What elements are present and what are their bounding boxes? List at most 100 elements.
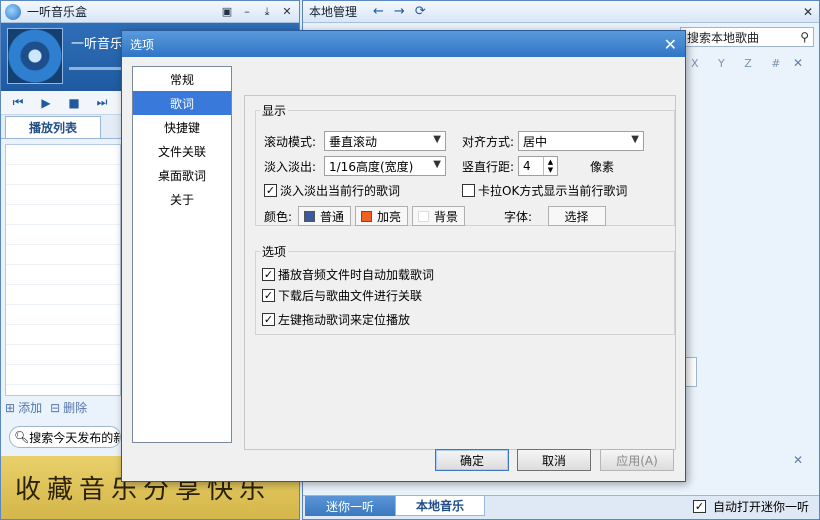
ok-button[interactable]: 确定: [435, 449, 509, 471]
color-highlight-button[interactable]: 加亮: [355, 206, 409, 226]
refresh-icon[interactable]: ⟳: [415, 4, 426, 19]
auto-load-lyrics-label: 播放音频文件时自动加载歌词: [278, 268, 435, 282]
player-titlebar: 一听音乐盒 ▣ – ⤓ ✕: [1, 1, 299, 23]
color-normal-button[interactable]: 普通: [298, 206, 352, 226]
nav-general[interactable]: 常规: [133, 67, 231, 91]
fade-select[interactable]: 1/16高度(宽度) ▼: [324, 156, 446, 176]
alpha-close-icon[interactable]: ✕: [793, 56, 803, 70]
app-logo-icon: [5, 3, 21, 20]
font-select-button[interactable]: 选择: [548, 206, 606, 226]
option-drag-lyrics-seek[interactable]: ✓ 左键拖动歌词来定位播放: [262, 311, 410, 328]
align-label: 对齐方式:: [462, 134, 515, 149]
cancel-button[interactable]: 取消: [517, 449, 591, 471]
chevron-down-icon: ▼: [433, 159, 441, 170]
line-spacing-value: 4: [523, 159, 531, 173]
stepper-arrows-icon[interactable]: ▲ ▼: [543, 157, 557, 175]
delete-button[interactable]: ⊟ 删除: [50, 399, 87, 416]
nav-lyrics[interactable]: 歌词: [133, 91, 231, 115]
previous-icon[interactable]: ⏮: [11, 95, 25, 110]
auto-open-label: 自动打开迷你一听: [712, 499, 809, 514]
associate-after-download-label: 下载后与歌曲文件进行关联: [278, 289, 423, 303]
line-spacing-stepper[interactable]: 4 ▲ ▼: [518, 156, 558, 176]
option-associate-after-download[interactable]: ✓ 下载后与歌曲文件进行关联: [262, 287, 422, 304]
scroll-mode-label: 滚动模式:: [264, 134, 317, 149]
nav-about[interactable]: 关于: [133, 187, 231, 211]
add-icon: ⊞: [5, 400, 16, 415]
color-swatch-highlight: [361, 210, 373, 222]
fade-current-label: 淡入淡出当前行的歌词: [280, 184, 401, 198]
alpha-index[interactable]: X Y Z #: [691, 57, 789, 70]
search-icon[interactable]: ⚲: [800, 30, 809, 44]
library-panel-close-icon[interactable]: ✕: [793, 453, 803, 467]
color-background-button[interactable]: 背景: [412, 206, 466, 226]
play-icon[interactable]: ▶: [39, 96, 53, 110]
add-label: 添加: [18, 401, 43, 415]
back-icon[interactable]: ←: [373, 4, 384, 19]
list-item[interactable]: [6, 205, 120, 225]
fade-current-option[interactable]: ✓ 淡入淡出当前行的歌词: [264, 182, 400, 199]
close-icon[interactable]: ✕: [279, 4, 295, 20]
karaoke-checkbox[interactable]: [462, 184, 475, 197]
scroll-mode-value: 垂直滚动: [329, 134, 378, 149]
list-item[interactable]: [6, 305, 120, 325]
list-item[interactable]: [6, 185, 120, 205]
stop-icon[interactable]: ■: [67, 96, 81, 110]
minimize-icon[interactable]: –: [239, 4, 255, 20]
karaoke-option[interactable]: 卡拉OK方式显示当前行歌词: [462, 182, 627, 199]
dialog-close-icon[interactable]: ✕: [664, 35, 677, 54]
nav-file-association[interactable]: 文件关联: [133, 139, 231, 163]
associate-after-download-checkbox[interactable]: ✓: [262, 289, 275, 302]
playlist[interactable]: [5, 144, 121, 396]
list-item[interactable]: [6, 345, 120, 365]
nav-hotkeys[interactable]: 快捷键: [133, 115, 231, 139]
delete-label: 删除: [63, 401, 88, 415]
search-new-input[interactable]: 🔍︎ 搜索今天发布的新: [9, 426, 121, 448]
apply-button[interactable]: 应用(A): [600, 449, 674, 471]
dialog-titlebar: 选项 ✕: [122, 31, 685, 57]
forward-icon[interactable]: →: [394, 4, 405, 19]
list-item[interactable]: [6, 365, 120, 385]
list-item[interactable]: [6, 145, 120, 165]
library-search-input[interactable]: 搜索本地歌曲 ⚲: [680, 27, 814, 47]
list-item[interactable]: [6, 265, 120, 285]
auto-load-lyrics-checkbox[interactable]: ✓: [262, 268, 275, 281]
library-title: 本地管理: [309, 5, 358, 19]
auto-open-checkbox[interactable]: ✓: [692, 499, 706, 513]
option-auto-load-lyrics[interactable]: ✓ 播放音频文件时自动加载歌词: [262, 266, 434, 283]
mini-mode-icon[interactable]: ⤓: [259, 4, 275, 20]
align-select[interactable]: 居中 ▼: [518, 131, 644, 151]
next-icon[interactable]: ⏭: [95, 95, 109, 110]
fade-label: 淡入淡出:: [264, 159, 317, 174]
delete-icon: ⊟: [50, 400, 61, 415]
options-dialog: 选项 ✕ 常规 歌词 快捷键 文件关联 桌面歌词 关于 显示 滚动模式: 垂直滚…: [121, 30, 686, 482]
nav-desktop-lyrics[interactable]: 桌面歌词: [133, 163, 231, 187]
add-button[interactable]: ⊞ 添加: [5, 399, 42, 416]
display-group: 显示 滚动模式: 垂直滚动 ▼ 对齐方式: 居中 ▼ 淡入淡出: 1/16高度(…: [255, 102, 675, 226]
list-item[interactable]: [6, 225, 120, 245]
options-nav: 常规 歌词 快捷键 文件关联 桌面歌词 关于: [132, 66, 232, 443]
player-title: 一听音乐盒: [27, 5, 88, 19]
album-cover-icon: [7, 28, 63, 84]
progress-bar[interactable]: [69, 67, 129, 70]
list-item[interactable]: [6, 325, 120, 345]
lyrics-settings-panel: 显示 滚动模式: 垂直滚动 ▼ 对齐方式: 居中 ▼ 淡入淡出: 1/16高度(…: [244, 95, 676, 450]
tab-local-music[interactable]: 本地音乐: [395, 496, 485, 516]
fade-current-checkbox[interactable]: ✓: [264, 184, 277, 197]
tab-mini[interactable]: 迷你一听: [305, 496, 395, 516]
tab-playlist[interactable]: 播放列表: [5, 116, 101, 138]
options-group: 选项 ✓ 播放音频文件时自动加载歌词 ✓ 下载后与歌曲文件进行关联 ✓ 左键拖动…: [255, 243, 675, 335]
list-item[interactable]: [6, 165, 120, 185]
scroll-mode-select[interactable]: 垂直滚动 ▼: [324, 131, 446, 151]
color-label: 颜色:: [264, 209, 293, 224]
drag-lyrics-seek-checkbox[interactable]: ✓: [262, 313, 275, 326]
fade-value: 1/16高度(宽度): [329, 159, 414, 174]
library-bottom-tabs: 迷你一听 本地音乐 ✓ 自动打开迷你一听: [303, 495, 819, 519]
list-item[interactable]: [6, 285, 120, 305]
color-swatch-normal: [304, 210, 315, 222]
library-close-icon[interactable]: ✕: [803, 5, 813, 19]
skin-icon[interactable]: ▣: [219, 4, 235, 20]
color-highlight-label: 加亮: [377, 209, 402, 224]
auto-open-option[interactable]: ✓ 自动打开迷你一听: [692, 496, 809, 516]
font-label: 字体:: [504, 209, 533, 224]
list-item[interactable]: [6, 245, 120, 265]
